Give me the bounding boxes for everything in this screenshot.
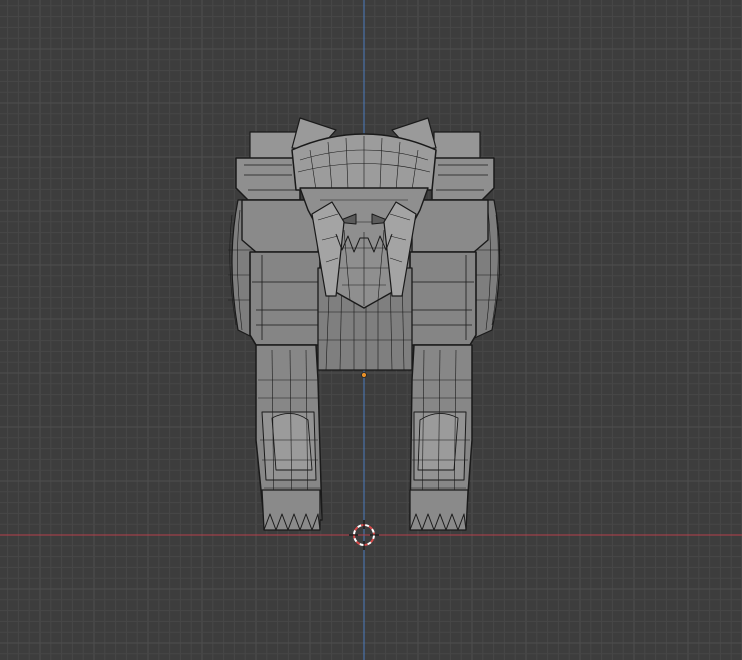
right-leg [409, 344, 473, 531]
right-shoulder [431, 157, 495, 201]
left-hip-plate [249, 251, 321, 346]
left-leg [255, 344, 323, 531]
mech-tiger-model[interactable] [228, 117, 502, 531]
right-torso-block [411, 199, 489, 253]
left-shoulder [235, 157, 301, 201]
scene-layer [0, 0, 742, 660]
left-shoulder-top [249, 131, 297, 161]
right-shoulder-top [433, 131, 481, 161]
3d-viewport[interactable] [0, 0, 742, 660]
object-origin-dot [361, 372, 367, 378]
